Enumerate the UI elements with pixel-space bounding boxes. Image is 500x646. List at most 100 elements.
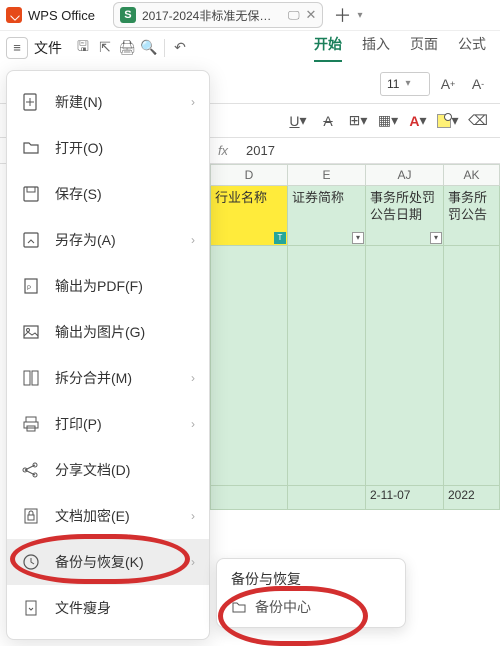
fill-color-icon[interactable]: ▾ xyxy=(436,109,460,133)
header-cell-aj[interactable]: 事务所处罚公告日期▾ xyxy=(366,186,444,246)
border-icon[interactable]: ⊞▾ xyxy=(346,109,370,133)
pdf-icon: P xyxy=(21,277,41,295)
tab-title: 2017-2024非标准无保留审计 xyxy=(142,7,282,24)
menu-open[interactable]: 打开(O) xyxy=(7,125,209,171)
menu-share[interactable]: 分享文档(D) xyxy=(7,447,209,493)
submenu-item[interactable]: 备份中心 xyxy=(231,597,391,617)
formula-value[interactable]: 2017 xyxy=(246,143,275,158)
share-icon xyxy=(21,461,41,479)
column-headers: D E AJ AK xyxy=(210,164,500,186)
menu-saveas[interactable]: 另存为(A) › xyxy=(7,217,209,263)
cell-text: 证券简称 xyxy=(292,190,344,205)
menu-split[interactable]: 拆分合并(M)› xyxy=(7,355,209,401)
menu-encrypt[interactable]: 文档加密(E)› xyxy=(7,493,209,539)
new-icon xyxy=(21,93,41,111)
app-title: WPS Office xyxy=(28,8,95,23)
save-icon[interactable]: 🖫 xyxy=(72,36,94,60)
split-icon xyxy=(21,369,41,387)
new-tab-button[interactable]: ＋ xyxy=(333,2,351,28)
cell-text: 事务所罚公告 xyxy=(448,190,487,222)
ribbon-tabs: 开始 插入 页面 公式 xyxy=(314,34,494,62)
folder-icon xyxy=(21,139,41,157)
image-icon xyxy=(21,323,41,341)
filter-active-icon[interactable]: T xyxy=(274,232,286,244)
cell-year[interactable]: 2022 xyxy=(444,486,500,510)
label: 打印(P) xyxy=(55,414,102,434)
document-tab[interactable]: S 2017-2024非标准无保留审计 🖵 ✕ xyxy=(113,2,323,28)
tab-list-chevron-icon[interactable]: ▾ xyxy=(357,10,362,21)
data-row: 2-11-07 2022 xyxy=(210,486,500,510)
strike-icon[interactable]: A xyxy=(316,109,340,133)
quick-access-toolbar: ≡ 文件 🖫 ⇱ 🖨 🔍 ↶ 开始 插入 页面 公式 xyxy=(0,30,500,64)
print-icon[interactable]: 🖨 xyxy=(116,39,138,56)
menu-new[interactable]: 新建(N) › xyxy=(7,79,209,125)
header-row: 行业名称T 证券简称 ▾ 事务所处罚公告日期▾ 事务所罚公告 xyxy=(210,186,500,246)
menu-pdf[interactable]: P输出为PDF(F) xyxy=(7,263,209,309)
file-menu-button[interactable]: 文件 xyxy=(34,38,62,58)
merge-icon[interactable]: ▦▾ xyxy=(376,109,400,133)
cell[interactable] xyxy=(366,246,444,486)
backup-submenu: 备份与恢复 备份中心 xyxy=(216,558,406,628)
menu-backup[interactable]: 备份与恢复(K) › xyxy=(7,539,209,585)
label: 打开(O) xyxy=(55,138,103,158)
col-ak[interactable]: AK xyxy=(444,164,500,186)
tab-page[interactable]: 页面 xyxy=(410,34,438,62)
undo-icon[interactable]: ↶ xyxy=(169,39,191,56)
slim-icon xyxy=(21,599,41,617)
underline-icon[interactable]: U▾ xyxy=(286,109,310,133)
header-cell-d[interactable]: 行业名称T xyxy=(210,186,288,246)
filter-icon[interactable]: ▾ xyxy=(352,232,364,244)
submenu-title: 备份与恢复 xyxy=(231,569,391,589)
file-menu-dropdown: 新建(N) › 打开(O) 保存(S) 另存为(A) › P输出为PDF(F) 输出… xyxy=(6,70,210,640)
chevron-right-icon: › xyxy=(191,417,195,431)
chevron-right-icon: › xyxy=(191,509,195,523)
cell[interactable] xyxy=(288,246,366,486)
cell[interactable] xyxy=(210,246,288,486)
col-e[interactable]: E xyxy=(288,164,366,186)
chevron-right-icon: › xyxy=(191,95,195,109)
chevron-right-icon: › xyxy=(191,555,195,569)
cell[interactable] xyxy=(288,486,366,510)
font-color-icon[interactable]: A▾ xyxy=(406,109,430,133)
blank-rows xyxy=(210,246,500,486)
cell[interactable] xyxy=(444,246,500,486)
menu-img[interactable]: 输出为图片(G) xyxy=(7,309,209,355)
chevron-right-icon: › xyxy=(191,233,195,247)
label: 保存(S) xyxy=(55,184,102,204)
col-d[interactable]: D xyxy=(210,164,288,186)
clear-format-icon[interactable]: ⌫ xyxy=(466,109,490,133)
tab-insert[interactable]: 插入 xyxy=(362,34,390,62)
menu-slim[interactable]: 文件瘦身 xyxy=(7,585,209,631)
cell[interactable] xyxy=(210,486,288,510)
label: 另存为(A) xyxy=(55,230,116,250)
tab-formula[interactable]: 公式 xyxy=(458,34,486,62)
menu-button[interactable]: ≡ xyxy=(6,37,28,59)
increase-font-icon[interactable]: A+ xyxy=(436,72,460,96)
tab-start[interactable]: 开始 xyxy=(314,34,342,62)
header-cell-e[interactable]: 证券简称 ▾ xyxy=(288,186,366,246)
wps-logo-icon xyxy=(6,7,22,23)
cell-date[interactable]: 2-11-07 xyxy=(366,486,444,510)
font-size-value: 11 xyxy=(387,77,399,91)
decrease-font-icon[interactable]: A- xyxy=(466,72,490,96)
header-cell-ak[interactable]: 事务所罚公告 xyxy=(444,186,500,246)
col-aj[interactable]: AJ xyxy=(366,164,444,186)
filter-icon[interactable]: ▾ xyxy=(430,232,442,244)
label: 新建(N) xyxy=(55,92,102,112)
saveas-icon xyxy=(21,231,41,249)
label: 文件瘦身 xyxy=(55,598,111,618)
menu-save[interactable]: 保存(S) xyxy=(7,171,209,217)
label: 备份与恢复(K) xyxy=(55,552,144,572)
preview-icon[interactable]: 🔍 xyxy=(138,39,160,56)
export-icon[interactable]: ⇱ xyxy=(94,39,116,56)
lock-icon xyxy=(21,507,41,525)
chevron-down-icon: ▾ xyxy=(405,78,410,89)
menu-print[interactable]: 打印(P) › xyxy=(7,401,209,447)
chevron-right-icon: › xyxy=(191,371,195,385)
folder-icon xyxy=(231,599,247,615)
fx-icon[interactable]: fx xyxy=(210,143,236,158)
title-bar: WPS Office S 2017-2024非标准无保留审计 🖵 ✕ ＋ ▾ xyxy=(0,0,500,30)
tab-close-icon[interactable]: ✕ xyxy=(306,7,317,23)
save-icon xyxy=(21,185,41,203)
font-size-select[interactable]: 11 ▾ xyxy=(380,72,430,96)
